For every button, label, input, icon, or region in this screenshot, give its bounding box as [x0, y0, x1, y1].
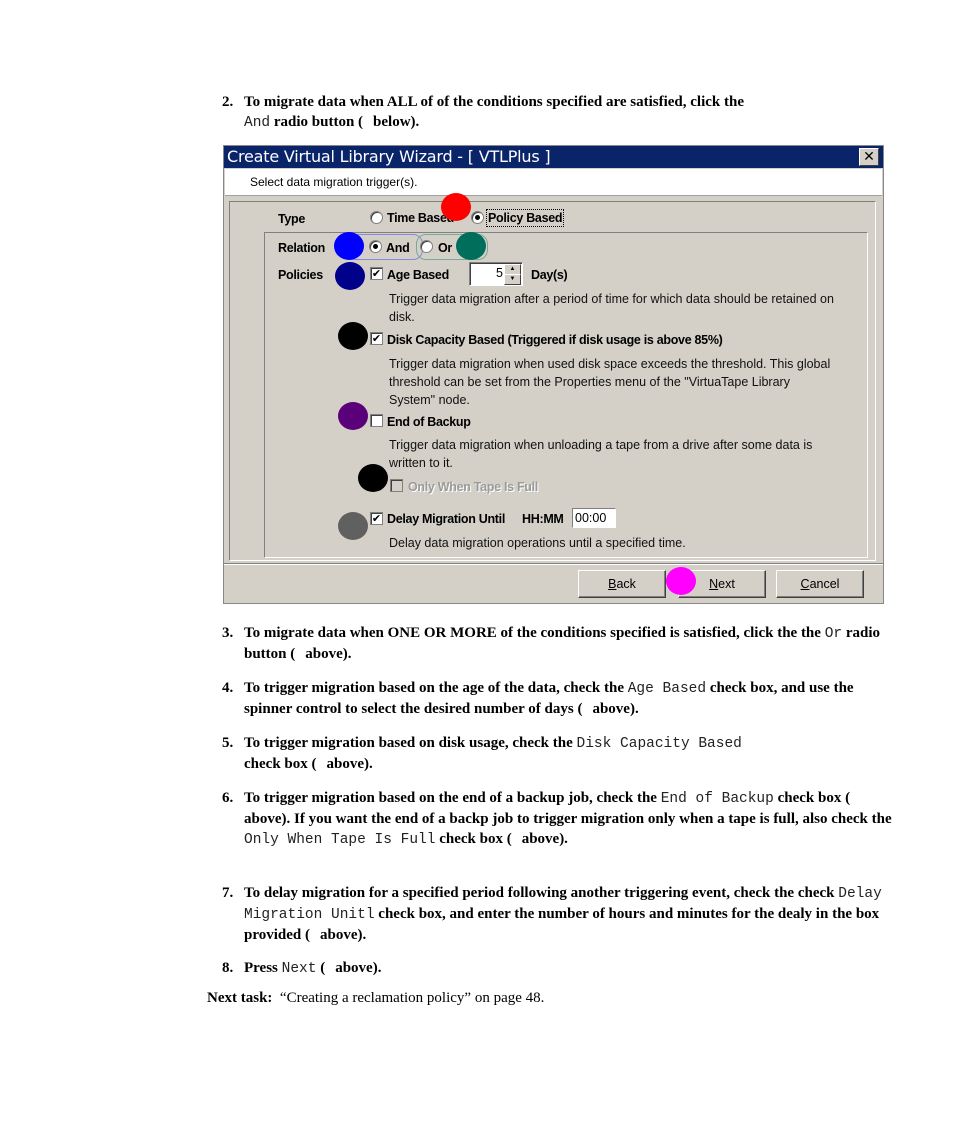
step-text: radio button (: [273, 114, 364, 130]
back-label: ack: [616, 577, 636, 591]
title-bar[interactable]: Create Virtual Library Wizard - [ VTLPlu…: [224, 146, 883, 168]
code-text: And: [244, 115, 271, 131]
cancel-mnemonic: C: [800, 577, 810, 591]
next-task-label: Next task:: [207, 990, 273, 1006]
step-text: above).: [521, 831, 568, 847]
step-4: 4. To trigger migration based on the age…: [222, 678, 902, 719]
disk-capacity-label[interactable]: Disk Capacity Based (Triggered if disk u…: [387, 333, 723, 347]
step-5: 5. To trigger migration based on disk us…: [222, 733, 902, 774]
step-number: 4.: [222, 680, 234, 696]
step-3: 3. To migrate data when ONE OR MORE of t…: [222, 623, 902, 664]
button-separator: [224, 563, 883, 565]
wizard-subheader: Select data migration trigger(s).: [225, 169, 882, 196]
days-unit-label: Day(s): [531, 268, 568, 282]
next-mnemonic: N: [709, 577, 719, 591]
step-text: To trigger migration based on the age of…: [244, 680, 624, 696]
step-number: 3.: [222, 625, 234, 641]
or-radio[interactable]: [420, 240, 433, 253]
policies-label: Policies: [278, 268, 323, 282]
code-text: Disk Capacity Based: [576, 736, 742, 752]
step-text: To delay migration for a specified perio…: [244, 885, 835, 901]
step-text: To trigger migration based on disk usage…: [244, 735, 573, 751]
end-of-backup-description: Trigger data migration when unloading a …: [389, 438, 813, 470]
create-virtual-library-wizard-dialog: Create Virtual Library Wizard - [ VTLPlu…: [223, 145, 884, 604]
cancel-button[interactable]: Cancel: [776, 570, 864, 598]
step-text: below).: [373, 114, 420, 130]
step-text: check box (: [439, 831, 512, 847]
time-based-radio[interactable]: [370, 211, 383, 224]
callout-marker-magenta: [666, 567, 696, 595]
cancel-label: ancel: [809, 577, 840, 591]
disk-capacity-description: Trigger data migration when used disk sp…: [389, 357, 831, 407]
delay-migration-checkbox[interactable]: ✔: [370, 512, 383, 525]
age-based-description: Trigger data migration after a period of…: [389, 292, 834, 324]
step-text: above). If you want the end of a backp j…: [244, 811, 892, 827]
age-based-label[interactable]: Age Based: [387, 268, 449, 282]
step-text: Press: [244, 960, 278, 976]
policy-based-radio[interactable]: [471, 211, 484, 224]
spin-down-button[interactable]: ▼: [504, 274, 521, 285]
step-text: (: [320, 960, 326, 976]
code-text: End of Backup: [660, 791, 774, 807]
step-text: check box (: [244, 756, 317, 772]
step-text: above).: [305, 646, 352, 662]
step-number: 6.: [222, 790, 234, 806]
callout-marker-gray: [338, 512, 368, 540]
close-icon: ✕: [863, 149, 875, 165]
step-text: To trigger migration based on the end of…: [244, 790, 657, 806]
policy-based-label[interactable]: Policy Based: [485, 209, 565, 227]
code-text: Next: [281, 961, 317, 977]
delay-migration-label[interactable]: Delay Migration Until: [387, 512, 505, 526]
type-label: Type: [278, 212, 306, 226]
code-text: Only When Tape Is Full: [244, 832, 436, 848]
subheader-text: Select data migration trigger(s).: [250, 175, 418, 189]
step-text: above).: [326, 756, 373, 772]
callout-marker-red: [441, 193, 471, 221]
step-number: 7.: [222, 885, 234, 901]
step-number: 8.: [222, 960, 234, 976]
step-8: 8. Press Next ( above).: [222, 958, 902, 979]
disk-capacity-checkbox[interactable]: ✔: [370, 332, 383, 345]
close-button[interactable]: ✕: [859, 148, 879, 166]
code-text: Age Based: [627, 681, 707, 697]
next-label: ext: [718, 577, 735, 591]
and-label[interactable]: And: [386, 241, 410, 255]
callout-marker-teal: [456, 232, 486, 260]
hhmm-label: HH:MM: [522, 512, 564, 526]
step-6: 6. To trigger migration based on the end…: [222, 788, 902, 850]
only-when-tape-full-label: Only When Tape Is Full: [408, 480, 538, 494]
callout-marker-blue: [334, 232, 364, 260]
relation-label: Relation: [278, 241, 325, 255]
delay-time-input[interactable]: 00:00: [572, 508, 616, 528]
step-text: check box (: [777, 790, 851, 806]
only-when-tape-full-checkbox[interactable]: [390, 479, 403, 492]
back-button[interactable]: Back: [578, 570, 666, 598]
end-of-backup-checkbox[interactable]: [370, 414, 383, 427]
step-text: To migrate data when ALL of of the condi…: [244, 94, 744, 110]
or-label[interactable]: Or: [438, 241, 452, 255]
callout-marker-black: [338, 322, 368, 350]
dialog-title: Create Virtual Library Wizard - [ VTLPlu…: [227, 147, 551, 166]
end-of-backup-label[interactable]: End of Backup: [387, 415, 471, 429]
step-7: 7. To delay migration for a specified pe…: [222, 883, 902, 945]
step-text: above).: [335, 960, 382, 976]
and-radio[interactable]: [369, 240, 382, 253]
step-text: above).: [319, 927, 367, 943]
age-based-checkbox[interactable]: ✔: [370, 267, 383, 280]
step-number: 5.: [222, 735, 234, 751]
delay-migration-description: Delay data migration operations until a …: [389, 536, 686, 550]
age-days-value[interactable]: 5: [496, 266, 503, 280]
step-text: To migrate data when ONE OR MORE of the …: [244, 625, 821, 641]
step-number: 2.: [222, 94, 234, 110]
callout-marker-black-2: [358, 464, 388, 492]
next-task: Next task: “Creating a reclamation polic…: [207, 990, 544, 1007]
age-days-spinner[interactable]: 5 ▲ ▼: [469, 262, 523, 286]
callout-marker-navy: [335, 262, 365, 290]
callout-marker-purple: [338, 402, 368, 430]
code-text: Or: [824, 626, 843, 642]
step-2: 2. To migrate data when ALL of of the co…: [222, 92, 902, 133]
next-task-link[interactable]: “Creating a reclamation policy” on page …: [280, 990, 544, 1006]
step-text: above).: [592, 701, 639, 717]
